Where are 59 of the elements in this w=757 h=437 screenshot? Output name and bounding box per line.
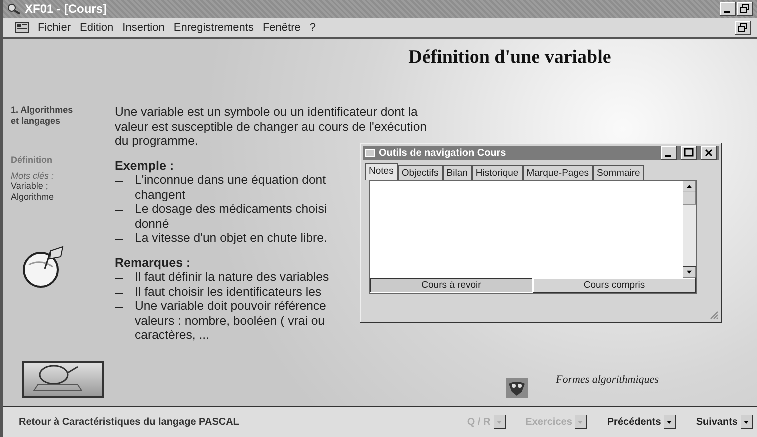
keyword: Algorithme <box>11 192 56 203</box>
magnifier-icon <box>7 3 21 15</box>
list-text: caractères, ... <box>135 328 210 342</box>
restore-icon[interactable] <box>737 2 753 16</box>
intro-text: valeur est susceptible de changer au cours de l'exécution <box>115 120 428 134</box>
dropdown-button[interactable]: Précédents <box>607 415 676 429</box>
list-text: L'inconnue dans une équation dont <box>135 173 326 188</box>
window-title: XF01 - [Cours] <box>25 2 108 16</box>
window-icon <box>365 149 375 157</box>
emblem-icon[interactable] <box>506 378 528 398</box>
restore-icon[interactable] <box>735 20 751 34</box>
dash-icon <box>115 278 123 279</box>
dash-icon <box>115 292 123 294</box>
dash-icon <box>115 181 123 182</box>
list-text: Il faut choisir les identificateurs les <box>135 284 322 299</box>
section-title: Remarques : <box>115 256 191 270</box>
dropdown-button[interactable]: Suivants <box>696 415 753 429</box>
page-heading: Définition d'une variable <box>408 47 612 69</box>
menu-item[interactable]: Insertion <box>122 22 165 34</box>
list-text: donné <box>135 216 170 231</box>
dash-icon <box>115 239 123 240</box>
intro-text: du programme. <box>115 134 200 148</box>
dash-icon <box>115 210 123 211</box>
section-title: Exemple : <box>115 158 174 173</box>
tab[interactable]: Bilan <box>442 165 472 180</box>
menu-item[interactable]: Enregistrements <box>174 22 254 34</box>
menu-item[interactable]: Fichier <box>38 22 72 34</box>
minimize-icon[interactable] <box>661 146 677 160</box>
list-text: La vitesse d'un objet en chute libre. <box>135 231 328 246</box>
toggle-button[interactable]: Cours à revoir <box>370 278 533 293</box>
dash-icon <box>115 307 123 308</box>
back-link[interactable]: Retour à Caractéristiques du langage PASCAL <box>19 416 240 428</box>
tab[interactable]: Marque-Pages <box>522 165 594 180</box>
current-topic: Définition <box>11 155 54 165</box>
list-text: Une variable doit pouvoir référence <box>135 299 326 314</box>
panel-title: Outils de navigation Cours <box>379 148 508 158</box>
list-text: Il faut définir la nature des variables <box>135 270 330 284</box>
tab[interactable]: Historique <box>472 165 523 180</box>
keywords-label: Mots clés : <box>11 171 56 181</box>
list-text: changent <box>135 188 187 202</box>
list-text: Le dosage des médicaments choisi <box>135 202 328 216</box>
menu-item[interactable]: Fenêtre <box>262 22 301 34</box>
intro-text: Une variable est un symbole ou un identificateur dont la <box>115 105 419 120</box>
tab[interactable]: Objectifs <box>398 165 443 180</box>
related-topic-link[interactable]: Formes algorithmiques <box>556 374 659 386</box>
close-icon[interactable] <box>701 146 717 160</box>
menu-item[interactable]: Edition <box>80 22 114 34</box>
maximize-icon[interactable] <box>681 146 697 160</box>
menu-item[interactable]: ? <box>310 22 316 34</box>
tab[interactable]: Sommaire <box>593 165 644 180</box>
section-link[interactable]: 1. Algorithmes et langages <box>11 105 79 127</box>
minimize-icon[interactable] <box>720 2 736 16</box>
tab[interactable]: Notes <box>365 163 398 180</box>
keyword: Variable ; <box>11 181 50 192</box>
resize-grip-icon[interactable] <box>709 310 719 320</box>
scrollbar[interactable] <box>683 181 696 278</box>
image-button[interactable] <box>22 361 104 398</box>
list-text: valeurs : nombre, booléen ( vrai ou <box>135 314 326 328</box>
document-icon[interactable] <box>15 22 29 33</box>
